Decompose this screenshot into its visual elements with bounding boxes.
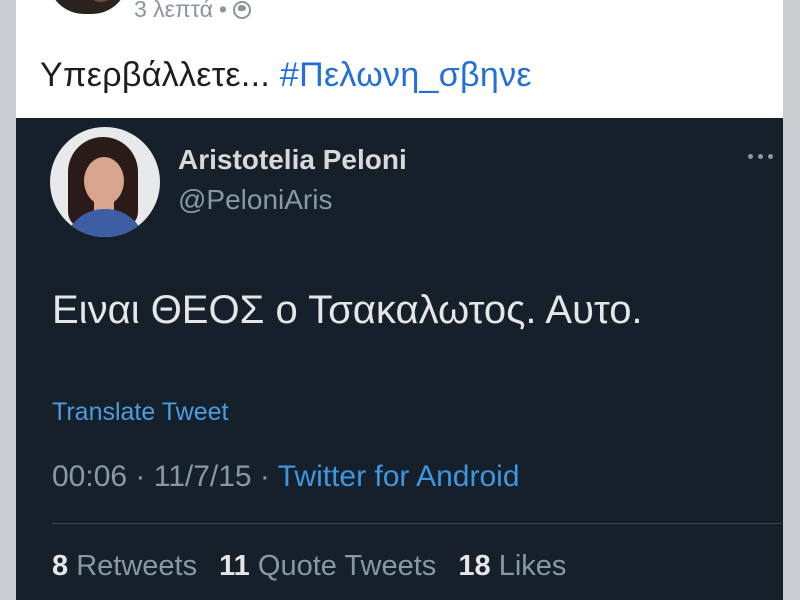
post-time[interactable]: 3 λεπτά <box>134 0 213 23</box>
more-icon <box>748 154 773 159</box>
tweet-author-name: Aristotelia Peloni <box>178 144 407 175</box>
quote-tweets-stat: 11 Quote Tweets <box>219 550 437 582</box>
tweet-source: Twitter for Android <box>277 460 520 493</box>
divider <box>52 523 782 524</box>
post-text: Υπερβάλλετε... #Πελωνη_σβηνε <box>40 56 532 95</box>
tweet-stats: 8 Retweets 11 Quote Tweets 18 Likes <box>52 550 580 583</box>
hashtag-link[interactable]: #Πελωνη_σβηνε <box>280 56 532 94</box>
tweet-author-handle: @PeloniAris <box>178 184 333 215</box>
likes-stat: 18 Likes <box>458 550 567 582</box>
facebook-post: 3 λεπτά • Υπερβάλλετε... #Πελωνη_σβηνε <box>16 0 783 118</box>
tweet-timestamp: 00:06 · 11/7/15 · Twitter for Android <box>52 460 520 494</box>
tweet-body: Ειναι ΘΕΟΣ ο Τσακαλωτος. Αυτο. <box>52 288 643 332</box>
poster-avatar[interactable] <box>48 0 128 14</box>
post-meta: 3 λεπτά • <box>134 0 251 23</box>
tweet-screenshot: Aristotelia Peloni @PeloniAris Ειναι ΘΕΟ… <box>16 118 783 600</box>
translate-tweet-link: Translate Tweet <box>52 398 229 426</box>
tweet-author-avatar <box>50 127 160 237</box>
post-text-body: Υπερβάλλετε... <box>40 56 271 94</box>
globe-icon[interactable] <box>232 0 251 19</box>
retweets-stat: 8 Retweets <box>52 550 198 582</box>
tweet-time: 00:06 · 11/7/15 · <box>52 460 270 493</box>
meta-separator: • <box>218 0 227 22</box>
